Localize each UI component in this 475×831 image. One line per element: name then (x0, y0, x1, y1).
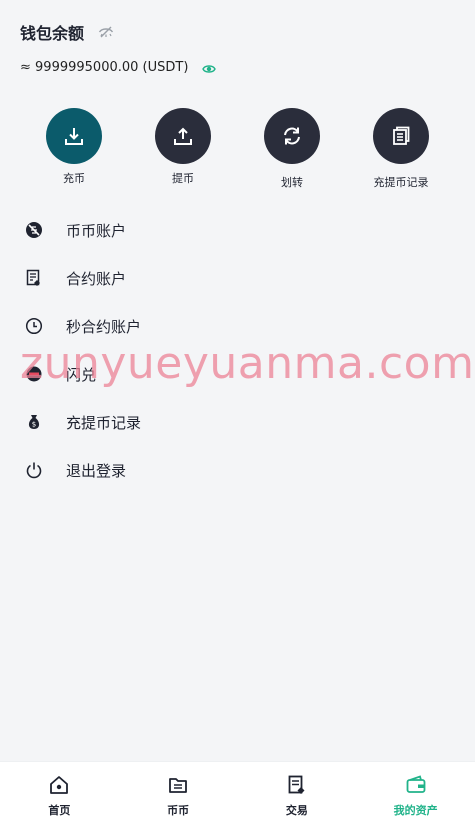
tab-label: 我的资产 (393, 804, 438, 817)
trade-icon (286, 774, 308, 796)
clock-icon (24, 316, 44, 336)
folder-icon (167, 774, 189, 796)
action-buttons: 充币 提币 划转 充提币记录 (0, 108, 475, 198)
transfer-button[interactable]: 划转 (247, 108, 337, 190)
menu-item-spot-account[interactable]: 币币账户 (0, 206, 475, 254)
withdraw-label: 提币 (172, 172, 194, 185)
transfer-label: 划转 (281, 176, 303, 189)
records-label: 充提币记录 (373, 176, 429, 189)
coin-icon (24, 220, 44, 240)
tab-my-assets[interactable]: 我的资产 (356, 762, 475, 831)
eye-slash-icon[interactable] (98, 24, 114, 40)
refresh-icon (264, 108, 320, 164)
withdraw-button[interactable]: 提币 (138, 108, 228, 186)
menu-item-label: 币币账户 (66, 221, 127, 240)
balance-row: ≈ 9999995000.00 (USDT) (20, 60, 217, 75)
wallet-header: 钱包余额 (20, 20, 114, 44)
menu-item-label: 秒合约账户 (66, 317, 142, 336)
menu-item-deposit-withdraw-records[interactable]: $ 充提币记录 (0, 398, 475, 446)
money-bag-icon: $ (24, 412, 44, 432)
menu-item-label: 合约账户 (66, 269, 127, 288)
deposit-button[interactable]: 充币 (29, 108, 119, 186)
wallet-icon (405, 774, 427, 796)
svg-text:$: $ (32, 421, 36, 429)
tab-label: 币币 (167, 804, 190, 817)
home-icon (48, 774, 70, 796)
power-icon (24, 460, 44, 480)
page-title: 钱包余额 (20, 24, 85, 43)
menu-item-contract-account[interactable]: 合约账户 (0, 254, 475, 302)
eye-icon[interactable] (202, 61, 217, 75)
tab-label: 交易 (285, 804, 308, 817)
download-icon (46, 108, 102, 164)
tab-home[interactable]: 首页 (0, 762, 119, 831)
bottom-tab-bar: 首页 币币 交易 我的资产 (0, 761, 475, 831)
tab-label: 首页 (48, 804, 71, 817)
menu-item-label: 退出登录 (66, 461, 127, 480)
menu-item-label: 充提币记录 (66, 413, 142, 432)
contract-icon (24, 268, 44, 288)
balance-value: ≈ 9999995000.00 (USDT) (20, 60, 189, 75)
watermark: zunyueyuanma.com (20, 338, 475, 389)
document-icon (373, 108, 429, 164)
tab-trade[interactable]: 交易 (238, 762, 357, 831)
upload-icon (155, 108, 211, 164)
tab-spot[interactable]: 币币 (119, 762, 238, 831)
deposit-label: 充币 (63, 172, 85, 185)
menu-item-logout[interactable]: 退出登录 (0, 446, 475, 494)
records-button[interactable]: 充提币记录 (356, 108, 446, 190)
